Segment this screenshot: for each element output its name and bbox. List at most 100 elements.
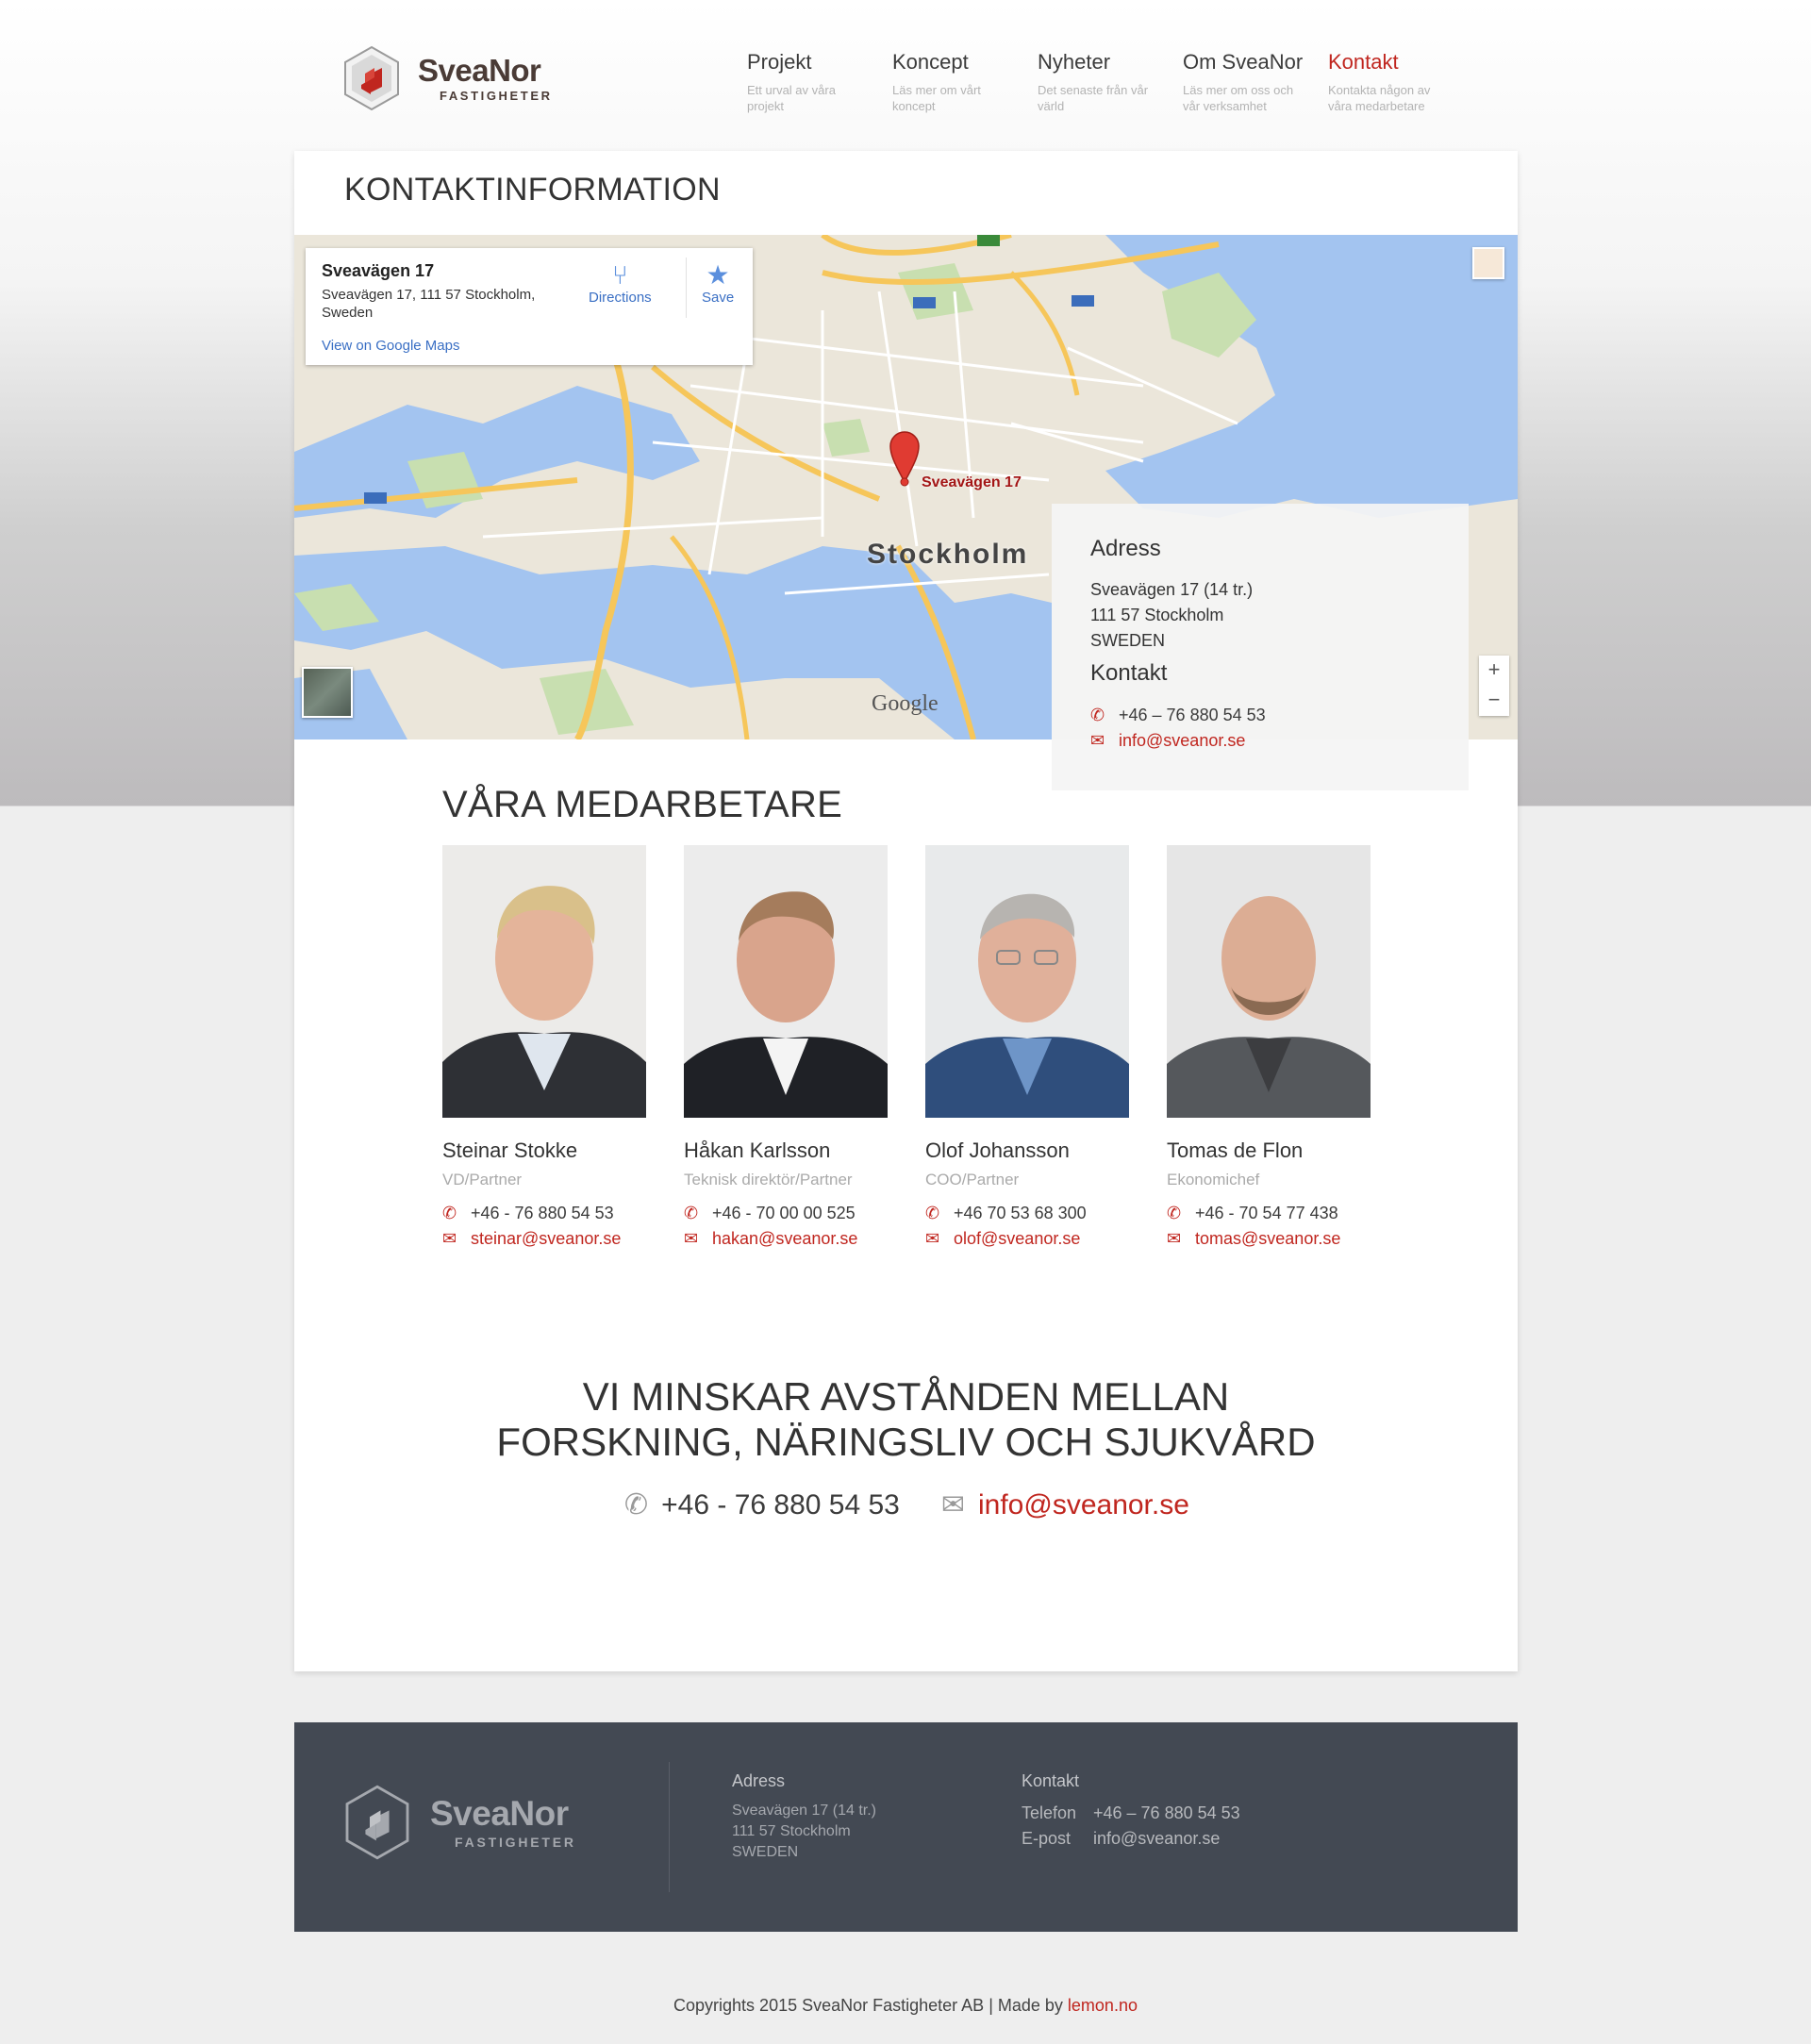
copyright: Copyrights 2015 SveaNor Fastigheter AB |… xyxy=(0,1996,1811,2016)
envelope-icon: ✉ xyxy=(940,1489,965,1521)
member-email-link[interactable]: ✉ tomas@sveanor.se xyxy=(1167,1226,1371,1252)
team-member: Steinar Stokke VD/Partner ✆ +46 - 76 880… xyxy=(442,845,646,1252)
map-info-address: Sveavägen 17, 111 57 Stockholm, Sweden xyxy=(322,287,536,321)
nav-item-nyheter[interactable]: Nyheter Det senaste från vår värld xyxy=(1038,49,1183,114)
tagline-line: FORSKNING, NÄRINGSLIV OCH SJUKVÅRD xyxy=(496,1420,1316,1464)
member-email: tomas@sveanor.se xyxy=(1195,1229,1341,1248)
email-link[interactable]: ✉ info@sveanor.se xyxy=(1090,728,1266,754)
member-photo xyxy=(684,845,888,1118)
nav-description: Det senaste från vår värld xyxy=(1038,83,1149,113)
address-line: Sveavägen 17 (14 tr.) xyxy=(1090,580,1254,599)
footer-email-row: E-post info@sveanor.se xyxy=(1022,1826,1240,1852)
email-text: info@sveanor.se xyxy=(1119,731,1246,750)
footer-address-line: 111 57 Stockholm xyxy=(732,1823,851,1839)
footer-logo[interactable]: SveaNor FASTIGHETER xyxy=(343,1785,576,1860)
member-phone-row: ✆ +46 - 76 880 54 53 xyxy=(442,1201,646,1226)
footer-divider xyxy=(669,1762,670,1892)
member-phone-row: ✆ +46 70 53 68 300 xyxy=(925,1201,1129,1226)
tagline: VI MINSKAR AVSTÅNDEN MELLAN FORSKNING, N… xyxy=(294,1374,1518,1465)
lemon-link[interactable]: lemon.no xyxy=(1068,1996,1138,2015)
zoom-out-button[interactable]: − xyxy=(1479,686,1509,716)
member-email: hakan@sveanor.se xyxy=(712,1229,858,1248)
phone-icon: ✆ xyxy=(684,1204,699,1222)
footer-email-link[interactable]: info@sveanor.se xyxy=(1093,1829,1220,1848)
member-email-link[interactable]: ✉ steinar@sveanor.se xyxy=(442,1226,646,1252)
member-name: Olof Johansson xyxy=(925,1138,1070,1162)
nav-item-om-sveanor[interactable]: Om SveaNor Läs mer om oss och vår verksa… xyxy=(1183,49,1328,114)
brand-subtitle: FASTIGHETER xyxy=(440,88,553,103)
phone-icon: ✆ xyxy=(624,1489,649,1521)
satellite-toggle-thumbnail[interactable] xyxy=(302,667,353,718)
nav-description: Läs mer om oss och vår verksamhet xyxy=(1183,83,1294,113)
member-name: Håkan Karlsson xyxy=(684,1138,831,1162)
map-pin-label: Sveavägen 17 xyxy=(922,474,1022,490)
member-photo xyxy=(442,845,646,1118)
member-email: olof@sveanor.se xyxy=(954,1229,1081,1248)
nav-item-kontakt[interactable]: Kontakt Kontakta någon av våra medarbeta… xyxy=(1328,49,1473,114)
member-phone: +46 - 70 00 00 525 xyxy=(712,1204,856,1222)
nav-label: Om SveaNor xyxy=(1183,50,1304,74)
phone-text: +46 – 76 880 54 53 xyxy=(1119,706,1266,724)
member-role: VD/Partner xyxy=(442,1171,523,1188)
member-email: steinar@sveanor.se xyxy=(471,1229,622,1248)
page-title: KONTAKTINFORMATION xyxy=(344,172,721,208)
phone-icon: ✆ xyxy=(1090,706,1105,724)
team-member: Tomas de Flon Ekonomichef ✆ +46 - 70 54 … xyxy=(1167,845,1371,1252)
map-info-window: Sveavägen 17 Sveavägen 17, 111 57 Stockh… xyxy=(306,248,753,365)
brand-logo[interactable]: SveaNor FASTIGHETER xyxy=(342,45,553,111)
directions-button[interactable]: ⑂ Directions xyxy=(589,260,652,307)
member-phone-row: ✆ +46 - 70 00 00 525 xyxy=(684,1201,888,1226)
footer-contact-title: Kontakt xyxy=(1022,1771,1080,1790)
member-email-link[interactable]: ✉ olof@sveanor.se xyxy=(925,1226,1129,1252)
save-button[interactable]: ★ Save xyxy=(702,261,734,307)
nav-label: Projekt xyxy=(747,50,812,74)
footer: SveaNor FASTIGHETER Adress Sveavägen 17 … xyxy=(294,1722,1518,1932)
envelope-icon: ✉ xyxy=(684,1229,699,1248)
member-role: COO/Partner xyxy=(925,1171,1020,1188)
map-zoom-control: + − xyxy=(1479,656,1509,716)
nav-item-koncept[interactable]: Koncept Läs mer om vårt koncept xyxy=(892,49,1038,114)
footer-phone-row: Telefon +46 – 76 880 54 53 xyxy=(1022,1801,1240,1826)
info-divider xyxy=(686,258,687,318)
brand-name: SveaNor xyxy=(418,52,541,88)
footer-phone-label: Telefon xyxy=(1022,1803,1077,1822)
sveanor-logo-icon xyxy=(344,45,399,111)
footer-email-label: E-post xyxy=(1022,1829,1072,1848)
address-box-contacts: ✆ +46 – 76 880 54 53 ✉ info@sveanor.se xyxy=(1090,703,1266,754)
nav-item-projekt[interactable]: Projekt Ett urval av våra projekt xyxy=(747,49,892,114)
phone-icon: ✆ xyxy=(1167,1204,1182,1222)
nav-description: Läs mer om vårt koncept xyxy=(892,83,981,113)
phone-icon: ✆ xyxy=(442,1204,457,1222)
nav-label: Nyheter xyxy=(1038,50,1111,74)
address-box-adress-title: Adress xyxy=(1090,536,1161,561)
phone-row: ✆ +46 – 76 880 54 53 xyxy=(1090,703,1266,728)
nav-description: Ett urval av våra projekt xyxy=(747,83,836,113)
member-role: Ekonomichef xyxy=(1167,1171,1260,1188)
member-name: Steinar Stokke xyxy=(442,1138,578,1162)
member-email-link[interactable]: ✉ hakan@sveanor.se xyxy=(684,1226,888,1252)
envelope-icon: ✉ xyxy=(925,1229,940,1248)
view-on-google-maps-link[interactable]: View on Google Maps xyxy=(322,338,459,354)
team-member: Håkan Karlsson Teknisk direktör/Partner … xyxy=(684,845,888,1252)
team-title: VÅRA MEDARBETARE xyxy=(442,784,843,825)
google-logo: Google xyxy=(872,691,939,716)
main-nav: Projekt Ett urval av våra projekt Koncep… xyxy=(747,49,1473,114)
member-photo xyxy=(925,845,1129,1118)
directions-icon: ⑂ xyxy=(611,260,628,290)
street-view-pegman-icon[interactable] xyxy=(1472,247,1504,279)
contact-card: KONTAKTINFORMATION Sveavägen 17 Sveaväge… xyxy=(294,151,1518,1671)
member-phone-row: ✆ +46 - 70 54 77 438 xyxy=(1167,1201,1371,1226)
member-role: Teknisk direktör/Partner xyxy=(684,1171,853,1188)
big-email-link[interactable]: info@sveanor.se xyxy=(978,1489,1189,1521)
footer-address: Adress Sveavägen 17 (14 tr.) 111 57 Stoc… xyxy=(732,1771,876,1863)
sveanor-logo-icon xyxy=(345,1785,409,1860)
zoom-in-button[interactable]: + xyxy=(1479,656,1509,686)
big-contact: ✆ +46 - 76 880 54 53 ✉ info@sveanor.se xyxy=(624,1488,1189,1521)
address-box: Adress Sveavägen 17 (14 tr.) 111 57 Stoc… xyxy=(1052,504,1469,790)
footer-brand-name: SveaNor xyxy=(430,1793,569,1833)
map-info-title: Sveavägen 17 xyxy=(322,261,435,280)
footer-phone: +46 – 76 880 54 53 xyxy=(1093,1803,1240,1822)
address-box-lines: Sveavägen 17 (14 tr.) 111 57 Stockholm S… xyxy=(1090,577,1253,654)
directions-label: Directions xyxy=(589,290,652,306)
member-photo xyxy=(1167,845,1371,1118)
